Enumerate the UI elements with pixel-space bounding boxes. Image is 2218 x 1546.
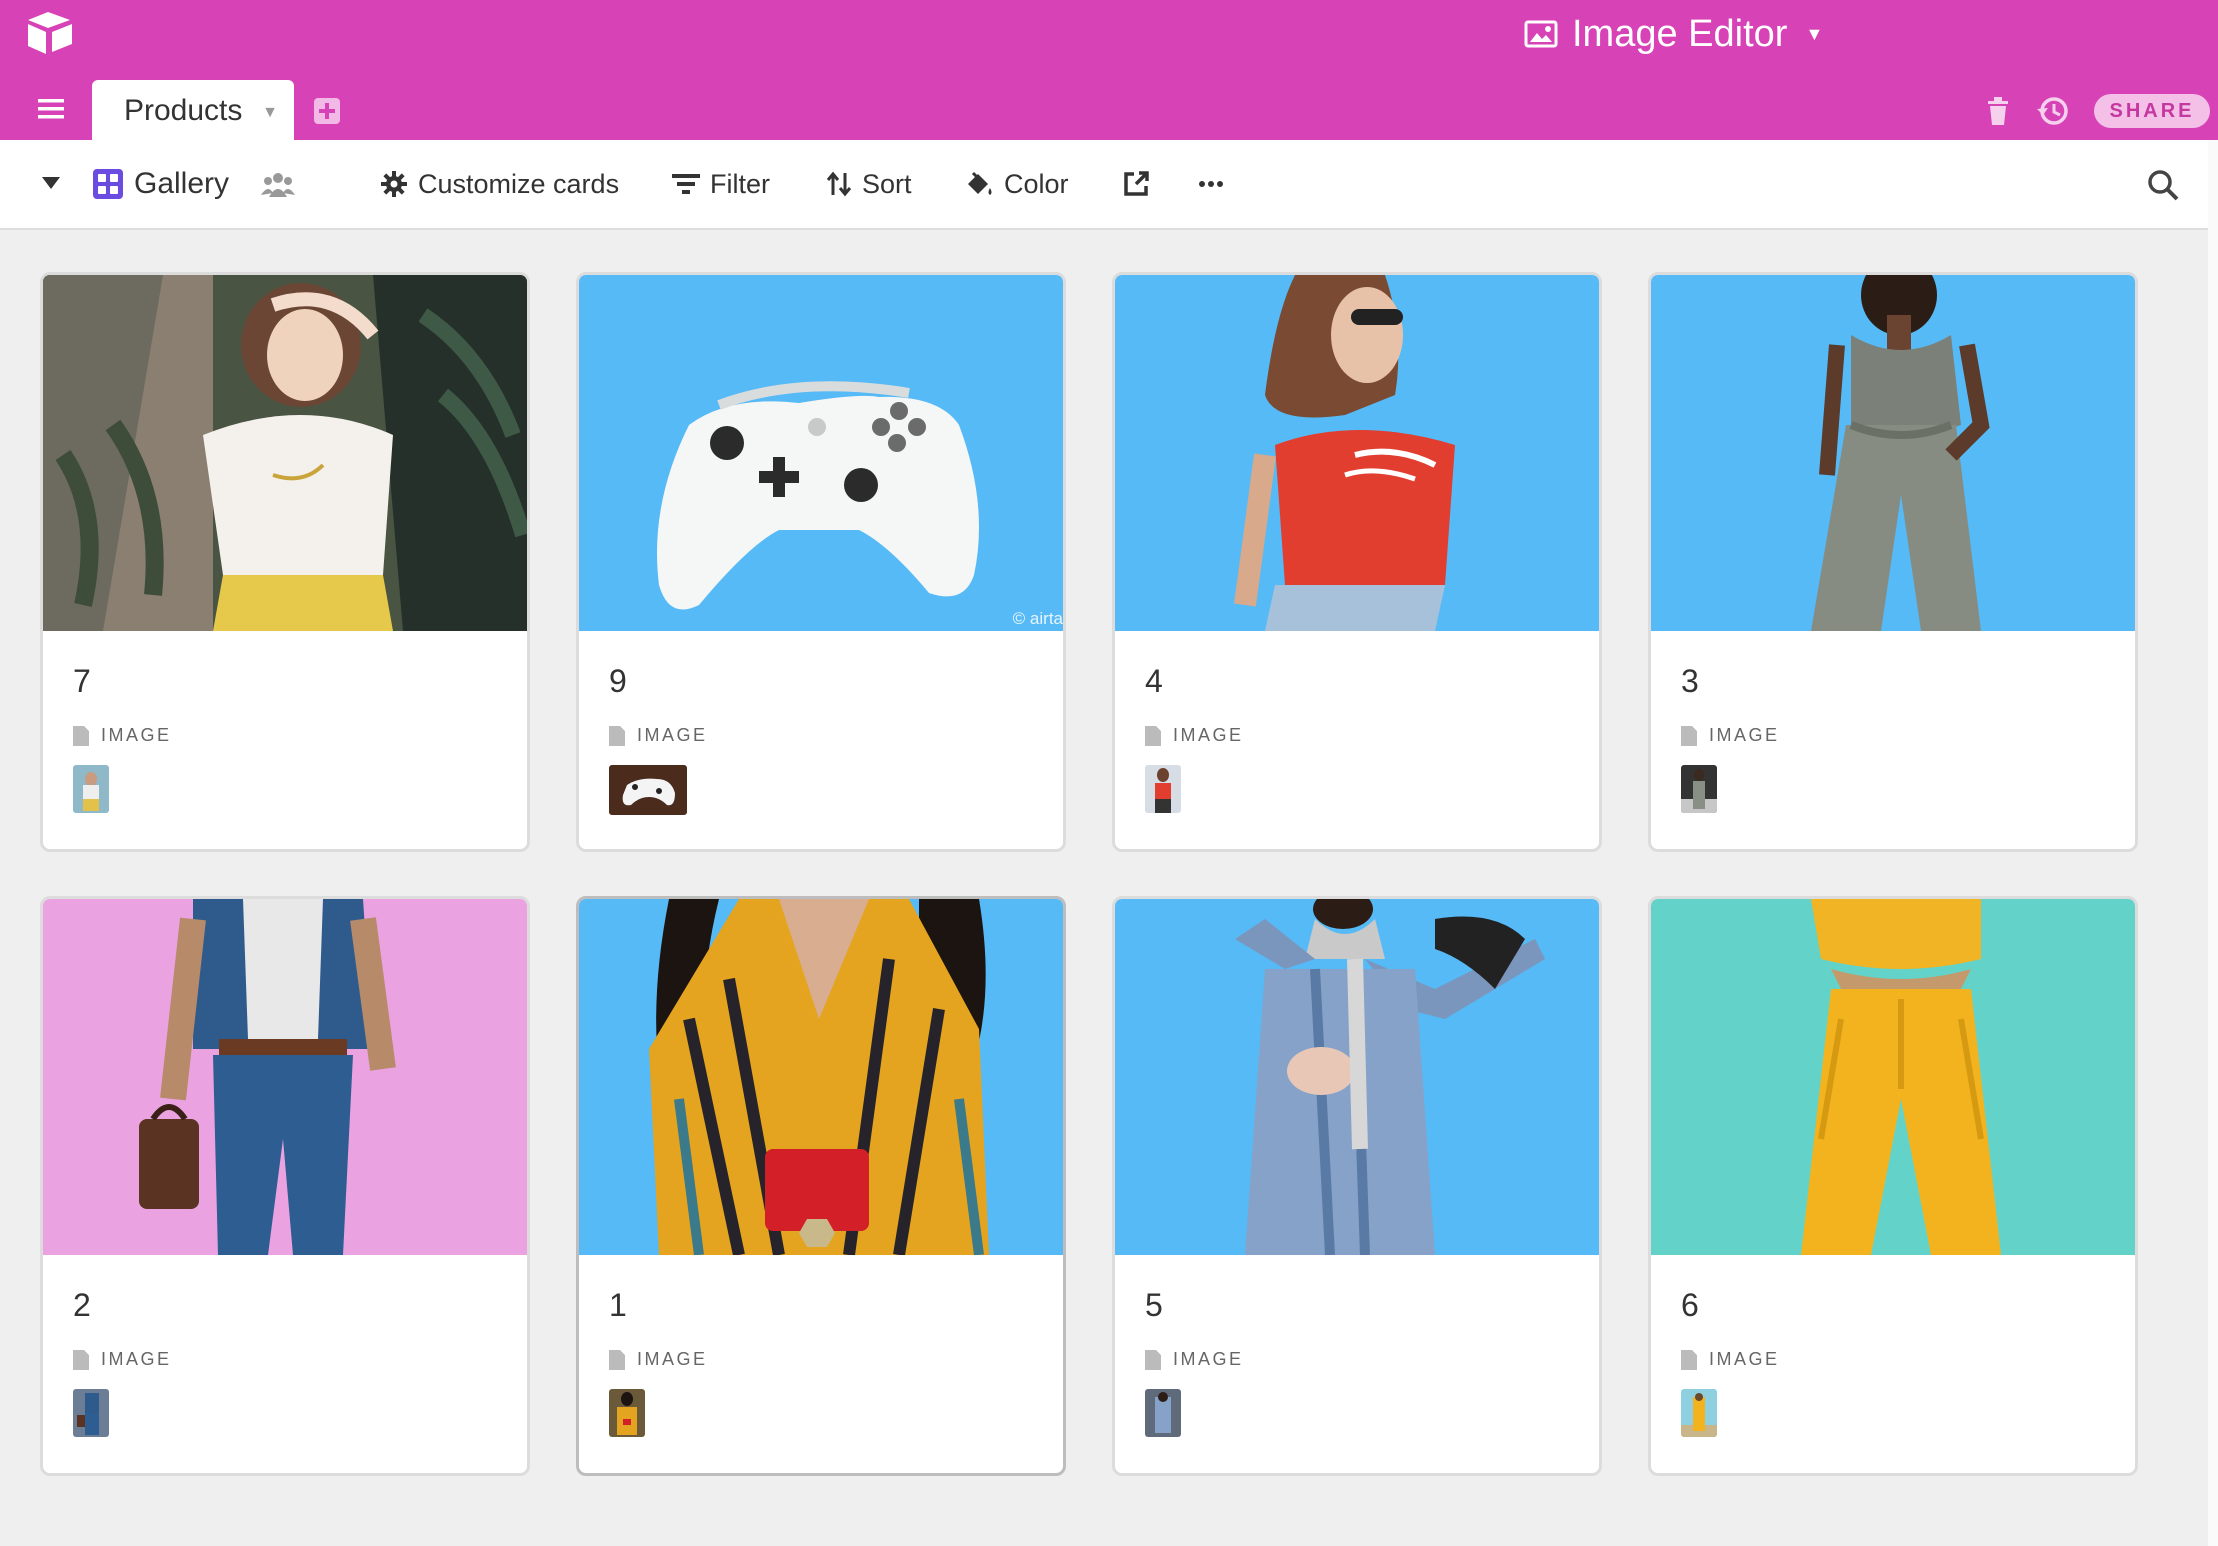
more-options-icon[interactable] (1198, 180, 1224, 188)
card-cover-image (43, 275, 527, 631)
field-label: IMAGE (73, 1349, 172, 1370)
attachment-thumbnail[interactable] (609, 1389, 645, 1437)
gallery-card[interactable]: 1 IMAGE (576, 896, 1066, 1476)
gallery-card[interactable]: 7 IMAGE (40, 272, 530, 852)
document-icon (1145, 1349, 1161, 1370)
card-cover-image (579, 899, 1063, 1255)
attachment-thumbnail[interactable] (1681, 765, 1717, 813)
base-title[interactable]: Image Editor ▼ (1524, 8, 1823, 60)
attachment-thumbnail[interactable] (1145, 765, 1181, 813)
filter-icon (672, 174, 700, 194)
card-title: 7 (73, 663, 91, 699)
card-title: 1 (609, 1287, 627, 1323)
attachment-thumbnail[interactable] (609, 765, 687, 815)
card-cover-image (1115, 899, 1599, 1255)
card-title: 5 (1145, 1287, 1163, 1323)
field-label: IMAGE (1681, 1349, 1780, 1370)
card-title: 6 (1681, 1287, 1699, 1323)
tab-products[interactable]: Products ▼ (92, 80, 294, 142)
gallery-card[interactable]: 4 IMAGE (1112, 272, 1602, 852)
view-toolbar: Gallery Customize cards Filter Sort Colo… (0, 140, 2208, 230)
card-title: 4 (1145, 663, 1163, 699)
field-label: IMAGE (609, 1349, 708, 1370)
document-icon (609, 1349, 625, 1370)
card-cover-image (1651, 899, 2135, 1255)
filter-button[interactable]: Filter (672, 140, 770, 228)
document-icon (73, 725, 89, 746)
collaborators-icon[interactable] (261, 171, 296, 197)
document-icon (1145, 725, 1161, 746)
card-cover-image: © airta (579, 275, 1063, 631)
field-label: IMAGE (609, 725, 708, 746)
attachment-thumbnail[interactable] (73, 1389, 109, 1437)
gallery-card[interactable]: 2 IMAGE (40, 896, 530, 1476)
image-watermark: © airta (1012, 609, 1063, 628)
card-title: 2 (73, 1287, 91, 1323)
document-icon (73, 1349, 89, 1370)
chevron-down-icon: ▼ (1805, 23, 1824, 44)
color-button[interactable]: Color (964, 140, 1069, 228)
document-icon (1681, 1349, 1697, 1370)
gear-icon (381, 171, 407, 197)
gallery-card[interactable]: 6 IMAGE (1648, 896, 2138, 1476)
gallery-card[interactable]: © airta 9 IMAGE (576, 272, 1066, 852)
field-label: IMAGE (73, 725, 172, 746)
card-title: 9 (609, 663, 627, 699)
search-icon[interactable] (2146, 168, 2180, 202)
trash-icon[interactable] (1984, 96, 2012, 126)
field-label: IMAGE (1145, 725, 1244, 746)
card-cover-image (1651, 275, 2135, 631)
color-label: Color (1004, 168, 1069, 199)
gallery-card[interactable]: 5 IMAGE (1112, 896, 1602, 1476)
filter-label: Filter (710, 168, 770, 199)
chevron-down-icon[interactable]: ▼ (262, 104, 278, 122)
history-icon[interactable] (2036, 94, 2070, 128)
share-button[interactable]: SHARE (2094, 94, 2210, 128)
add-table-icon[interactable] (313, 97, 341, 125)
attachment-thumbnail[interactable] (1145, 1389, 1181, 1437)
sort-icon (826, 171, 852, 197)
view-name: Gallery (134, 167, 230, 200)
view-switcher[interactable]: Gallery (92, 140, 296, 228)
card-title: 3 (1681, 663, 1699, 699)
paint-bucket-icon (968, 171, 992, 195)
field-label: IMAGE (1145, 1349, 1244, 1370)
attachment-thumbnail[interactable] (1681, 1389, 1717, 1437)
field-label: IMAGE (1681, 725, 1780, 746)
gallery-icon (93, 169, 123, 199)
customize-cards-label: Customize cards (418, 168, 620, 199)
card-cover-image (1115, 275, 1599, 631)
sidebar-toggle-icon[interactable] (42, 177, 60, 189)
scroll-edge (2208, 140, 2218, 1546)
customize-cards-button[interactable]: Customize cards (380, 140, 619, 228)
image-icon (1524, 20, 1558, 48)
document-icon (1681, 725, 1697, 746)
gallery-card[interactable]: 3 IMAGE (1648, 272, 2138, 852)
document-icon (609, 725, 625, 746)
airtable-logo-icon[interactable] (24, 10, 76, 56)
sort-label: Sort (862, 168, 912, 199)
attachment-thumbnail[interactable] (73, 765, 109, 813)
sort-button[interactable]: Sort (826, 140, 912, 228)
share-view-icon[interactable] (1122, 170, 1150, 198)
card-cover-image (43, 899, 527, 1255)
tab-label: Products (124, 94, 243, 127)
menu-icon[interactable] (38, 98, 64, 120)
base-name: Image Editor (1572, 12, 1788, 55)
app-header: Image Editor ▼ Products ▼ SHARE (0, 0, 2218, 142)
